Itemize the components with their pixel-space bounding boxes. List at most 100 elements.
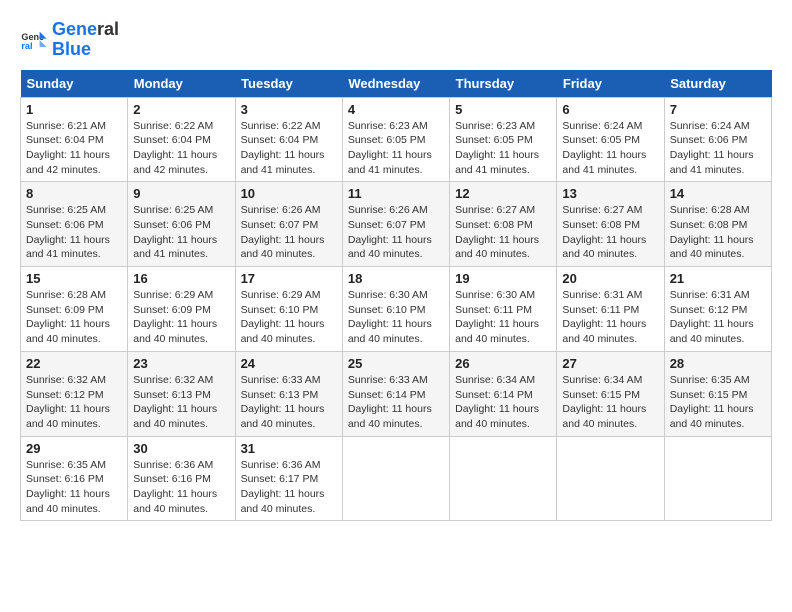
- calendar-cell: 29Sunrise: 6:35 AMSunset: 6:16 PMDayligh…: [21, 436, 128, 521]
- calendar-cell: [450, 436, 557, 521]
- day-number: 17: [241, 271, 337, 286]
- day-info: Sunrise: 6:21 AMSunset: 6:04 PMDaylight:…: [26, 119, 122, 178]
- day-number: 13: [562, 186, 658, 201]
- day-header: Wednesday: [342, 70, 449, 98]
- day-info: Sunrise: 6:31 AMSunset: 6:11 PMDaylight:…: [562, 288, 658, 347]
- day-header: Saturday: [664, 70, 771, 98]
- day-number: 15: [26, 271, 122, 286]
- calendar-table: SundayMondayTuesdayWednesdayThursdayFrid…: [20, 70, 772, 522]
- day-info: Sunrise: 6:25 AMSunset: 6:06 PMDaylight:…: [133, 203, 229, 262]
- day-info: Sunrise: 6:35 AMSunset: 6:15 PMDaylight:…: [670, 373, 766, 432]
- day-number: 24: [241, 356, 337, 371]
- day-number: 31: [241, 441, 337, 456]
- calendar-cell: 17 Sunrise: 6:29 AMSunset: 6:10 PMDayligh…: [235, 267, 342, 352]
- calendar-cell: [557, 436, 664, 521]
- calendar-body: 1 Sunrise: 6:21 AMSunset: 6:04 PMDaylight…: [21, 97, 772, 521]
- day-number: 20: [562, 271, 658, 286]
- calendar-cell: 20 Sunrise: 6:31 AMSunset: 6:11 PMDayligh…: [557, 267, 664, 352]
- calendar-cell: 7 Sunrise: 6:24 AMSunset: 6:06 PMDaylight…: [664, 97, 771, 182]
- day-number: 9: [133, 186, 229, 201]
- day-info: Sunrise: 6:24 AMSunset: 6:05 PMDaylight:…: [562, 119, 658, 178]
- day-info: Sunrise: 6:24 AMSunset: 6:06 PMDaylight:…: [670, 119, 766, 178]
- day-info: Sunrise: 6:30 AMSunset: 6:11 PMDaylight:…: [455, 288, 551, 347]
- day-number: 16: [133, 271, 229, 286]
- day-info: Sunrise: 6:33 AMSunset: 6:14 PMDaylight:…: [348, 373, 444, 432]
- day-info: Sunrise: 6:22 AMSunset: 6:04 PMDaylight:…: [133, 119, 229, 178]
- calendar-cell: 5 Sunrise: 6:23 AMSunset: 6:05 PMDaylight…: [450, 97, 557, 182]
- day-info: Sunrise: 6:33 AMSunset: 6:13 PMDaylight:…: [241, 373, 337, 432]
- svg-text:ral: ral: [21, 41, 32, 51]
- calendar-header-row: SundayMondayTuesdayWednesdayThursdayFrid…: [21, 70, 772, 98]
- calendar-cell: 22 Sunrise: 6:32 AMSunset: 6:12 PMDayligh…: [21, 351, 128, 436]
- calendar-cell: 13 Sunrise: 6:27 AMSunset: 6:08 PMDayligh…: [557, 182, 664, 267]
- calendar-cell: 10 Sunrise: 6:26 AMSunset: 6:07 PMDayligh…: [235, 182, 342, 267]
- day-info: Sunrise: 6:23 AMSunset: 6:05 PMDaylight:…: [455, 119, 551, 178]
- day-info: Sunrise: 6:23 AMSunset: 6:05 PMDaylight:…: [348, 119, 444, 178]
- calendar-week-row: 29Sunrise: 6:35 AMSunset: 6:16 PMDayligh…: [21, 436, 772, 521]
- calendar-cell: 3Sunrise: 6:22 AMSunset: 6:04 PMDaylight…: [235, 97, 342, 182]
- day-number: 7: [670, 102, 766, 117]
- calendar-cell: 2 Sunrise: 6:22 AMSunset: 6:04 PMDaylight…: [128, 97, 235, 182]
- day-number: 22: [26, 356, 122, 371]
- calendar-cell: 19 Sunrise: 6:30 AMSunset: 6:11 PMDayligh…: [450, 267, 557, 352]
- calendar-cell: 26Sunrise: 6:34 AMSunset: 6:14 PMDayligh…: [450, 351, 557, 436]
- day-number: 12: [455, 186, 551, 201]
- day-info: Sunrise: 6:28 AMSunset: 6:09 PMDaylight:…: [26, 288, 122, 347]
- day-number: 10: [241, 186, 337, 201]
- day-number: 28: [670, 356, 766, 371]
- day-info: Sunrise: 6:34 AMSunset: 6:15 PMDaylight:…: [562, 373, 658, 432]
- day-number: 2: [133, 102, 229, 117]
- calendar-week-row: 8 Sunrise: 6:25 AMSunset: 6:06 PMDaylight…: [21, 182, 772, 267]
- day-info: Sunrise: 6:36 AMSunset: 6:17 PMDaylight:…: [241, 458, 337, 517]
- day-number: 4: [348, 102, 444, 117]
- calendar-cell: [664, 436, 771, 521]
- day-header: Friday: [557, 70, 664, 98]
- day-info: Sunrise: 6:32 AMSunset: 6:13 PMDaylight:…: [133, 373, 229, 432]
- calendar-cell: [342, 436, 449, 521]
- calendar-cell: 30Sunrise: 6:36 AMSunset: 6:16 PMDayligh…: [128, 436, 235, 521]
- calendar-week-row: 15 Sunrise: 6:28 AMSunset: 6:09 PMDayligh…: [21, 267, 772, 352]
- day-number: 6: [562, 102, 658, 117]
- calendar-cell: 27 Sunrise: 6:34 AMSunset: 6:15 PMDayligh…: [557, 351, 664, 436]
- day-number: 14: [670, 186, 766, 201]
- calendar-cell: 23 Sunrise: 6:32 AMSunset: 6:13 PMDayligh…: [128, 351, 235, 436]
- day-header: Monday: [128, 70, 235, 98]
- header: Gene ral General Blue: [20, 20, 772, 60]
- day-header: Tuesday: [235, 70, 342, 98]
- day-info: Sunrise: 6:27 AMSunset: 6:08 PMDaylight:…: [455, 203, 551, 262]
- logo-icon: Gene ral: [20, 26, 48, 54]
- day-info: Sunrise: 6:22 AMSunset: 6:04 PMDaylight:…: [241, 119, 337, 178]
- day-number: 1: [26, 102, 122, 117]
- day-number: 8: [26, 186, 122, 201]
- day-number: 19: [455, 271, 551, 286]
- day-number: 21: [670, 271, 766, 286]
- day-number: 27: [562, 356, 658, 371]
- day-number: 18: [348, 271, 444, 286]
- day-info: Sunrise: 6:32 AMSunset: 6:12 PMDaylight:…: [26, 373, 122, 432]
- calendar-cell: 25 Sunrise: 6:33 AMSunset: 6:14 PMDayligh…: [342, 351, 449, 436]
- calendar-cell: 14Sunrise: 6:28 AMSunset: 6:08 PMDayligh…: [664, 182, 771, 267]
- day-info: Sunrise: 6:30 AMSunset: 6:10 PMDaylight:…: [348, 288, 444, 347]
- day-info: Sunrise: 6:26 AMSunset: 6:07 PMDaylight:…: [241, 203, 337, 262]
- calendar-cell: 11Sunrise: 6:26 AMSunset: 6:07 PMDayligh…: [342, 182, 449, 267]
- calendar-cell: 9 Sunrise: 6:25 AMSunset: 6:06 PMDaylight…: [128, 182, 235, 267]
- calendar-cell: 6 Sunrise: 6:24 AMSunset: 6:05 PMDaylight…: [557, 97, 664, 182]
- calendar-cell: 4 Sunrise: 6:23 AMSunset: 6:05 PMDaylight…: [342, 97, 449, 182]
- calendar-week-row: 22 Sunrise: 6:32 AMSunset: 6:12 PMDayligh…: [21, 351, 772, 436]
- calendar-cell: 28 Sunrise: 6:35 AMSunset: 6:15 PMDayligh…: [664, 351, 771, 436]
- day-info: Sunrise: 6:29 AMSunset: 6:10 PMDaylight:…: [241, 288, 337, 347]
- logo-text: General Blue: [52, 20, 119, 60]
- day-number: 23: [133, 356, 229, 371]
- day-number: 26: [455, 356, 551, 371]
- day-info: Sunrise: 6:27 AMSunset: 6:08 PMDaylight:…: [562, 203, 658, 262]
- day-info: Sunrise: 6:35 AMSunset: 6:16 PMDaylight:…: [26, 458, 122, 517]
- day-header: Thursday: [450, 70, 557, 98]
- calendar-cell: 21Sunrise: 6:31 AMSunset: 6:12 PMDayligh…: [664, 267, 771, 352]
- day-header: Sunday: [21, 70, 128, 98]
- day-number: 5: [455, 102, 551, 117]
- day-number: 11: [348, 186, 444, 201]
- day-number: 25: [348, 356, 444, 371]
- calendar-cell: 1 Sunrise: 6:21 AMSunset: 6:04 PMDaylight…: [21, 97, 128, 182]
- calendar-cell: 12 Sunrise: 6:27 AMSunset: 6:08 PMDayligh…: [450, 182, 557, 267]
- calendar-cell: 16Sunrise: 6:29 AMSunset: 6:09 PMDayligh…: [128, 267, 235, 352]
